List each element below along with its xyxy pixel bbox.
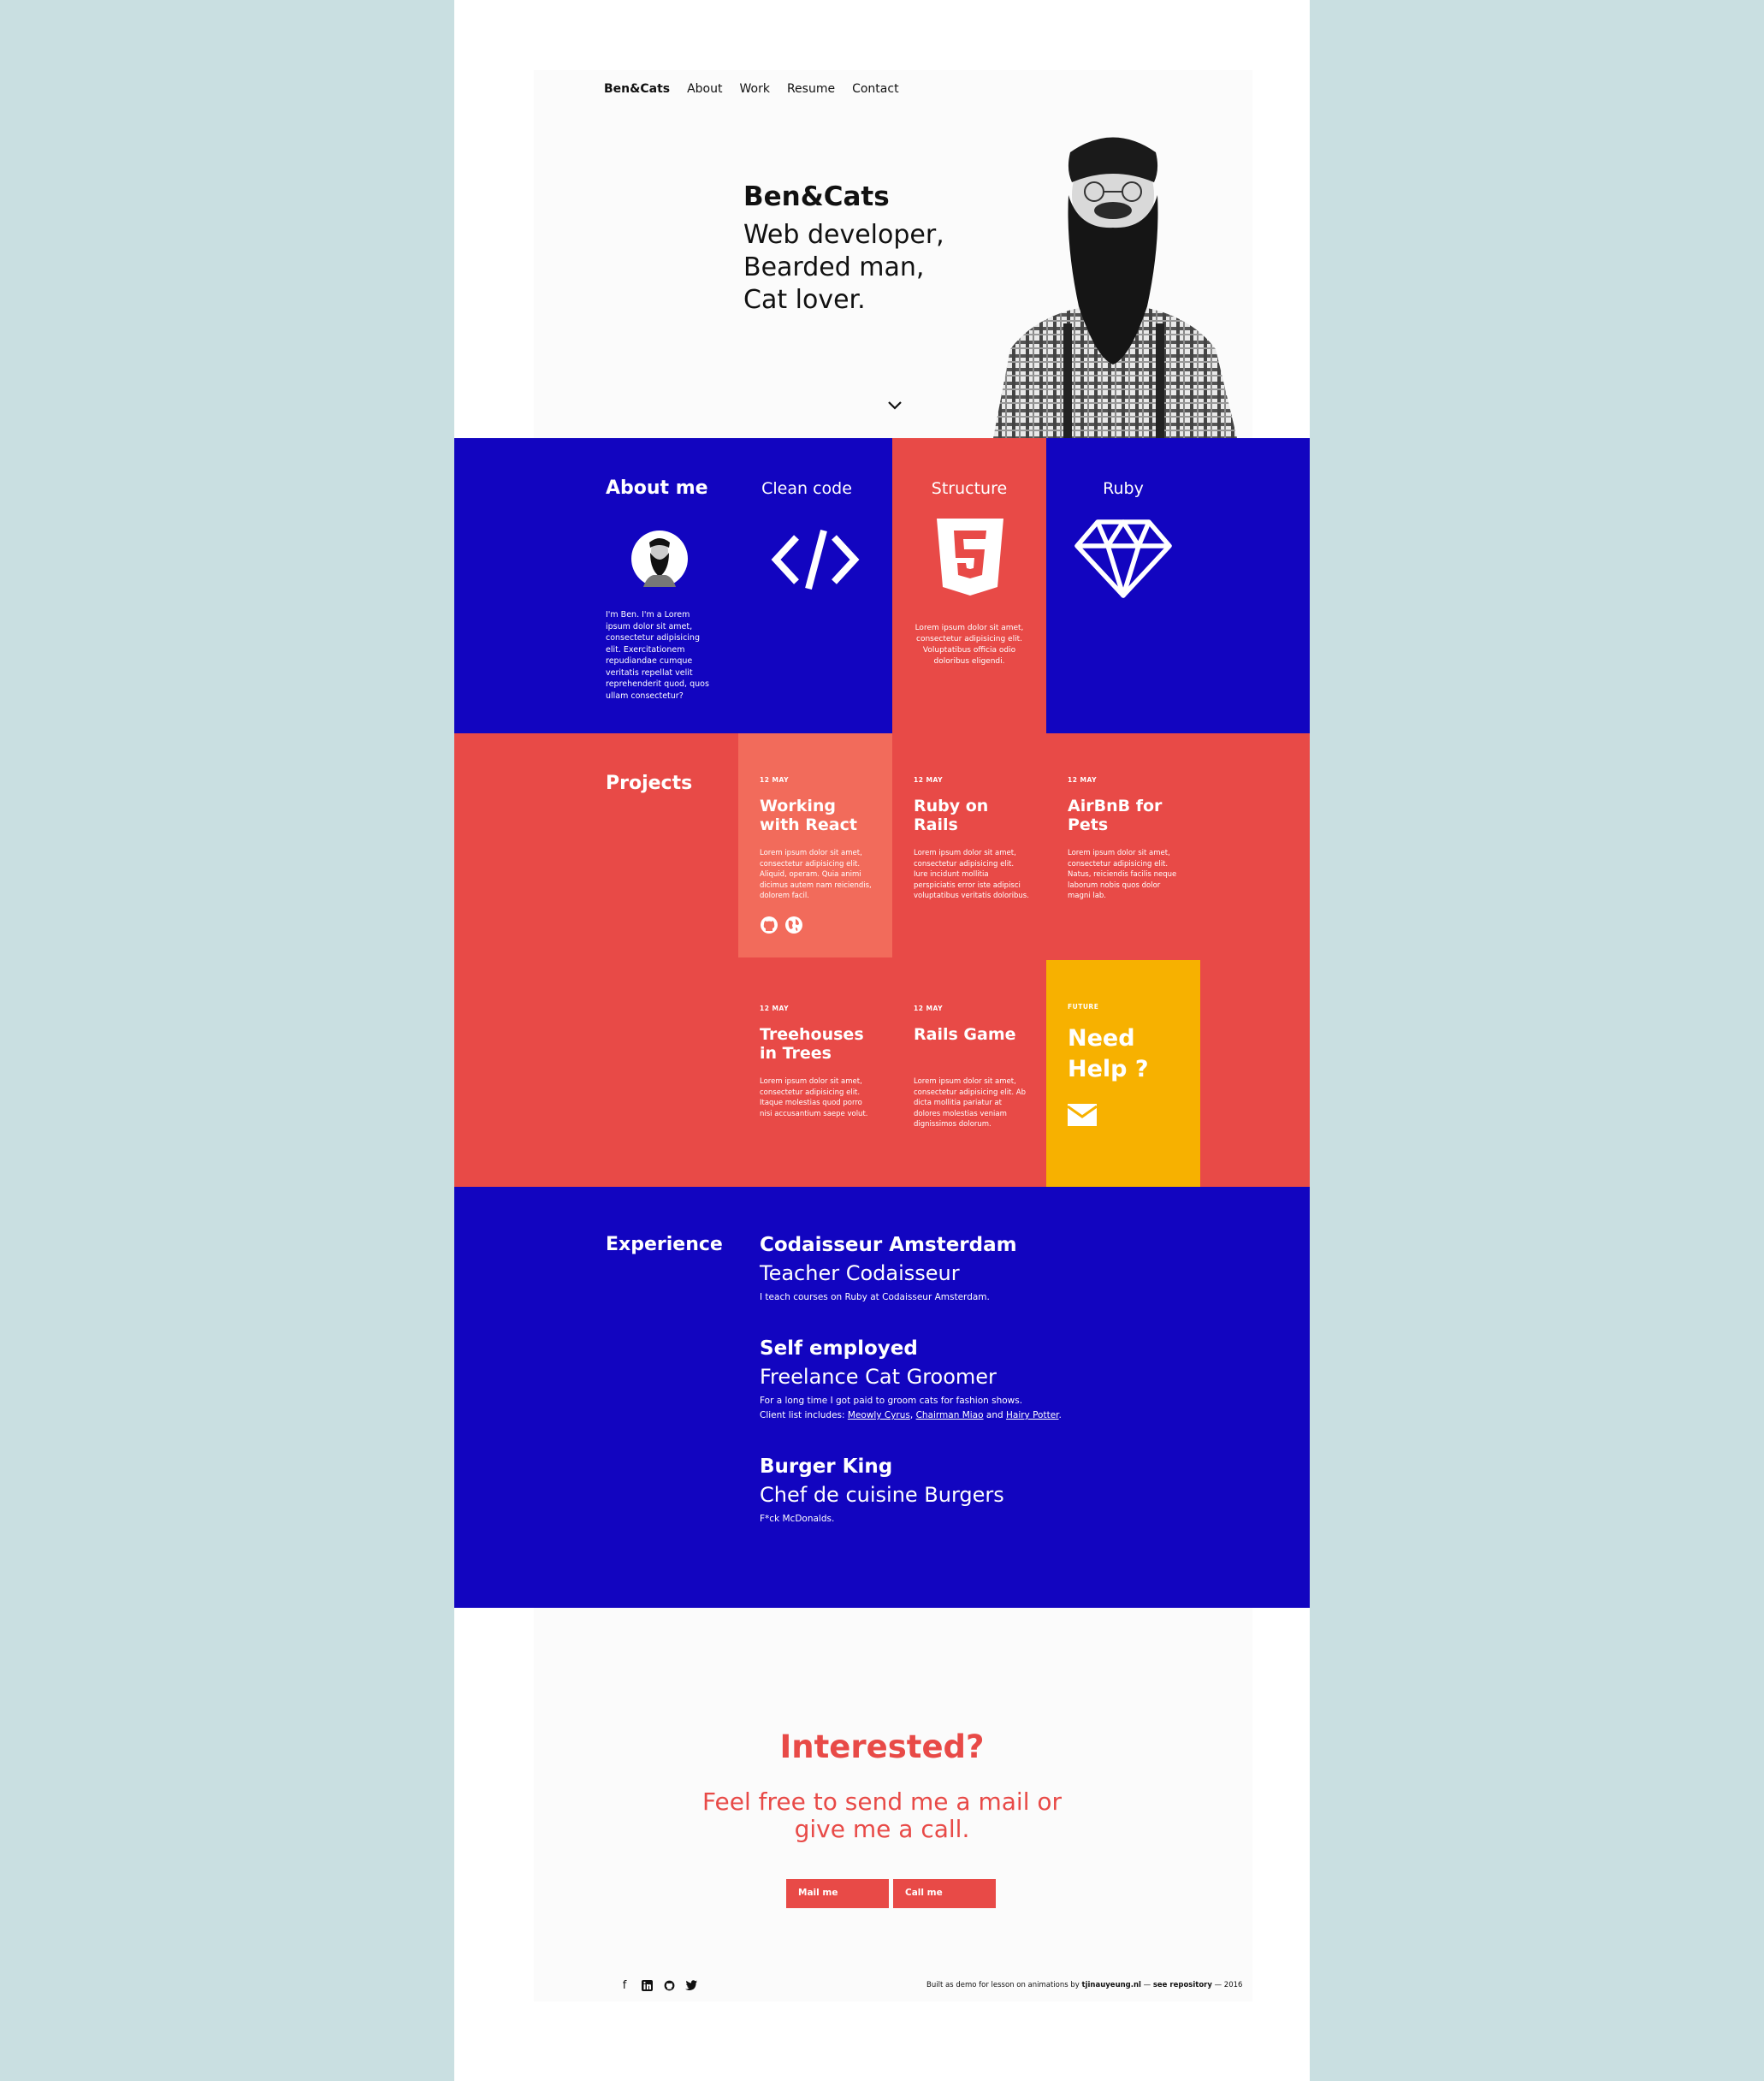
job-desc: F*ck McDonalds. bbox=[760, 1514, 835, 1524]
project-card[interactable]: 12 MAY AirBnB for Pets Lorem ipsum dolor… bbox=[1046, 733, 1200, 957]
mail-me-button[interactable]: Mail me bbox=[786, 1879, 889, 1908]
job-desc-line: Client list includes: Meowly Cyrus, Chai… bbox=[760, 1408, 1205, 1423]
project-card[interactable]: 12 MAY Working with React Lorem ipsum do… bbox=[738, 733, 892, 957]
contact-message: Feel free to send me a mail or give me a… bbox=[454, 1788, 1310, 1843]
project-desc: Lorem ipsum dolor sit amet, consectetur … bbox=[914, 1077, 1027, 1129]
job-item: Burger King Chef de cuisine Burgers F*ck… bbox=[760, 1456, 1187, 1527]
chevron-down-icon[interactable] bbox=[885, 398, 905, 413]
globe-icon[interactable] bbox=[784, 916, 803, 934]
project-title: Rails Game bbox=[914, 1025, 1016, 1044]
project-desc: Lorem ipsum dolor sit amet, consectetur … bbox=[914, 849, 1029, 900]
project-title: Treehouses in Trees bbox=[760, 1025, 864, 1063]
project-date: 12 MAY bbox=[760, 776, 790, 784]
project-desc: Lorem ipsum dolor sit amet, consectetur … bbox=[760, 1077, 868, 1118]
project-title: AirBnB for Pets bbox=[1068, 797, 1163, 834]
author-link[interactable]: tjinauyeung.nl bbox=[1082, 1981, 1141, 1989]
about-heading: About me bbox=[606, 477, 708, 499]
future-label: FUTURE bbox=[1068, 1003, 1099, 1011]
github-icon[interactable] bbox=[661, 1977, 677, 1993]
need-help-title: Need Help ? bbox=[1068, 1025, 1149, 1082]
contact-heading: Interested? bbox=[779, 1728, 985, 1765]
nav-resume[interactable]: Resume bbox=[787, 82, 835, 96]
call-me-button[interactable]: Call me bbox=[893, 1879, 996, 1908]
about-bio: I'm Ben. I'm a Lorem ipsum dolor sit ame… bbox=[606, 610, 709, 701]
portrait-image bbox=[993, 137, 1237, 438]
job-company: Burger King bbox=[760, 1456, 893, 1478]
envelope-icon[interactable] bbox=[1068, 1104, 1097, 1126]
project-date: 12 MAY bbox=[760, 1005, 790, 1012]
project-card[interactable]: 12 MAY Treehouses in Trees Lorem ipsum d… bbox=[738, 962, 892, 1187]
hero-line-1: Web developer, bbox=[743, 220, 944, 250]
job-item: Self employed Freelance Cat Groomer For … bbox=[760, 1337, 1205, 1423]
footer-credit: Built as demo for lesson on animations b… bbox=[926, 1981, 1242, 1989]
need-help-card[interactable]: FUTURE Need Help ? bbox=[1046, 960, 1200, 1187]
nav-about[interactable]: About bbox=[687, 82, 722, 96]
job-title: Freelance Cat Groomer bbox=[760, 1365, 997, 1389]
job-title: Chef de cuisine Burgers bbox=[760, 1483, 1004, 1507]
separator: . bbox=[1058, 1410, 1062, 1420]
client-list-prefix: Client list includes: bbox=[760, 1410, 848, 1420]
separator: , bbox=[909, 1410, 916, 1420]
experience-heading: Experience bbox=[606, 1234, 723, 1255]
projects-heading: Projects bbox=[606, 773, 693, 794]
contact-line-2: give me a call. bbox=[794, 1815, 970, 1843]
page: Ben&Cats About Work Resume Contact Ben&C… bbox=[454, 0, 1310, 2081]
job-desc: For a long time I got paid to groom cats… bbox=[760, 1394, 1205, 1423]
twitter-icon[interactable] bbox=[684, 1977, 699, 1993]
diamond-icon bbox=[1074, 519, 1172, 598]
hero-name: Ben&Cats bbox=[743, 181, 890, 212]
project-date: 12 MAY bbox=[914, 1005, 944, 1012]
top-nav: Ben&Cats About Work Resume Contact bbox=[604, 82, 899, 96]
hero-text: Ben&Cats Web developer, Bearded man, Cat… bbox=[743, 181, 944, 317]
client-link[interactable]: Chairman Miao bbox=[916, 1410, 984, 1420]
nav-brand[interactable]: Ben&Cats bbox=[604, 82, 670, 96]
project-title: Working with React bbox=[760, 797, 857, 834]
project-title: Ruby on Rails bbox=[914, 797, 989, 834]
job-company: Self employed bbox=[760, 1337, 918, 1360]
client-link[interactable]: Hairy Potter bbox=[1006, 1410, 1059, 1420]
job-desc: I teach courses on Ruby at Codaisseur Am… bbox=[760, 1292, 990, 1302]
linkedin-icon[interactable] bbox=[639, 1977, 654, 1993]
contact-line-1: Feel free to send me a mail or bbox=[701, 1788, 1063, 1816]
project-card[interactable]: 12 MAY Ruby on Rails Lorem ipsum dolor s… bbox=[892, 733, 1046, 957]
job-desc-line: For a long time I got paid to groom cats… bbox=[760, 1396, 1023, 1406]
separator: and bbox=[983, 1410, 1006, 1420]
footer-sep: — bbox=[1140, 1981, 1153, 1989]
skill-title-ruby: Ruby bbox=[1103, 479, 1144, 498]
code-icon bbox=[771, 529, 860, 590]
project-desc: Lorem ipsum dolor sit amet, consectetur … bbox=[1068, 849, 1177, 900]
hero-line-2: Bearded man, bbox=[743, 252, 925, 282]
project-card[interactable]: 12 MAY Rails Game Lorem ipsum dolor sit … bbox=[892, 962, 1046, 1187]
skill-title-clean-code: Clean code bbox=[761, 479, 852, 498]
footer-year: — 2016 bbox=[1211, 1981, 1243, 1989]
footer-text-prefix: Built as demo for lesson on animations b… bbox=[926, 1981, 1082, 1989]
project-date: 12 MAY bbox=[1068, 776, 1098, 784]
project-desc: Lorem ipsum dolor sit amet, consectetur … bbox=[760, 849, 872, 900]
job-title: Teacher Codaisseur bbox=[760, 1261, 960, 1285]
github-icon[interactable] bbox=[760, 916, 778, 934]
skill-title-structure: Structure bbox=[931, 479, 1008, 498]
repository-link[interactable]: see repository bbox=[1153, 1981, 1212, 1989]
nav-work[interactable]: Work bbox=[740, 82, 770, 96]
social-links: f bbox=[617, 1977, 699, 1993]
job-item: Codaisseur Amsterdam Teacher Codaisseur … bbox=[760, 1234, 1187, 1305]
project-date: 12 MAY bbox=[914, 776, 944, 784]
skill-desc-structure: Lorem ipsum dolor sit amet, consectetur … bbox=[915, 624, 1024, 666]
html5-icon bbox=[937, 519, 1003, 596]
avatar bbox=[631, 531, 688, 587]
client-link[interactable]: Meowly Cyrus bbox=[848, 1410, 910, 1420]
hero-line-3: Cat lover. bbox=[743, 285, 866, 315]
nav-contact[interactable]: Contact bbox=[852, 82, 898, 96]
job-company: Codaisseur Amsterdam bbox=[760, 1234, 1017, 1256]
facebook-icon[interactable]: f bbox=[617, 1977, 632, 1993]
